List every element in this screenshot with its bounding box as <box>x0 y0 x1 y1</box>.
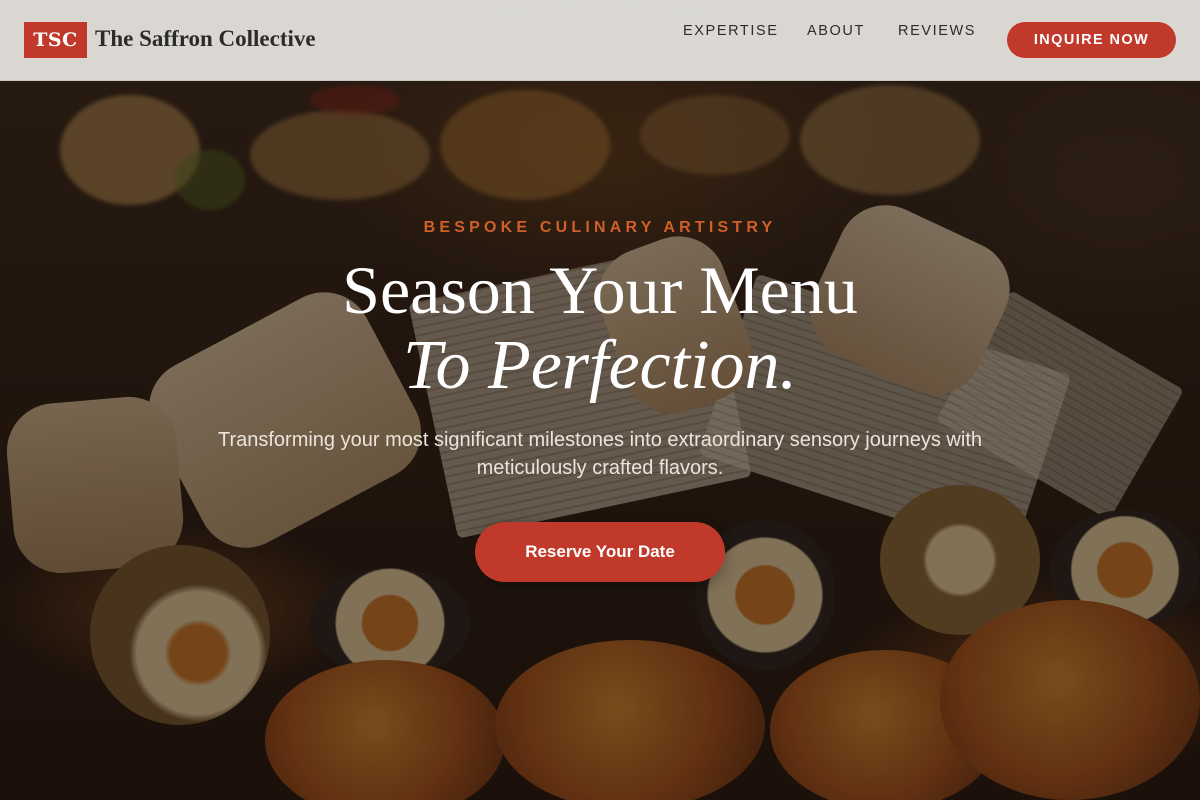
hero-eyebrow: BESPOKE CULINARY ARTISTRY <box>423 219 777 236</box>
nav-link-about[interactable]: ABOUT <box>807 23 865 39</box>
nav-link-reviews[interactable]: REVIEWS <box>898 23 976 39</box>
hero-subtitle: Transforming your most significant miles… <box>217 429 982 479</box>
landing-page: TSC The Saffron Collective EXPERTISE ABO… <box>0 0 1200 800</box>
logo-badge[interactable]: TSC <box>24 22 87 58</box>
hero-section: BESPOKE CULINARY ARTISTRY Season Your Me… <box>0 0 1200 800</box>
hero-headline-line2: To Perfection. <box>402 327 798 404</box>
nav-link-expertise[interactable]: EXPERTISE <box>683 23 779 39</box>
inquire-now-button[interactable]: INQUIRE NOW <box>1007 22 1176 58</box>
site-header: TSC The Saffron Collective EXPERTISE ABO… <box>0 0 1200 81</box>
brand-name[interactable]: The Saffron Collective <box>95 26 316 52</box>
reserve-date-button[interactable]: Reserve Your Date <box>475 522 725 582</box>
hero-headline-line1: Season Your Menu <box>342 252 858 328</box>
